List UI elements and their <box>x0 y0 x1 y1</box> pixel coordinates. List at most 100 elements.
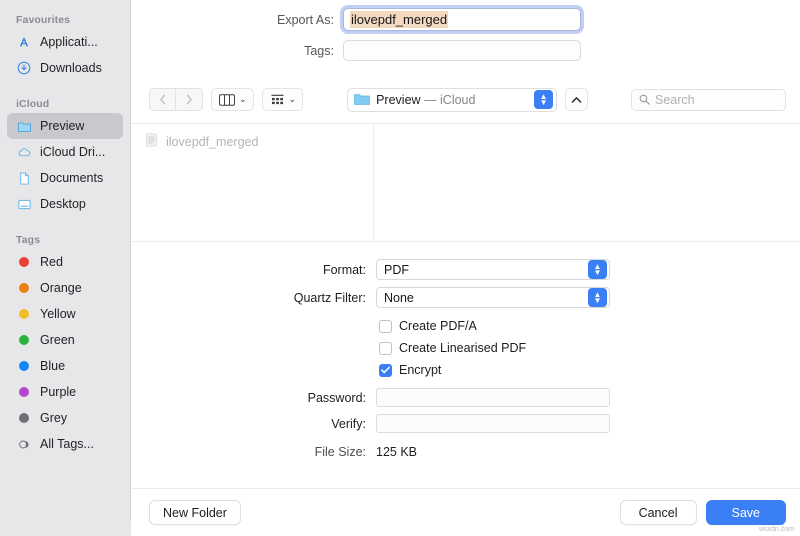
verify-field[interactable] <box>376 414 610 433</box>
password-label: Password: <box>131 391 376 405</box>
sidebar-item-tag-orange[interactable]: Orange <box>7 275 123 301</box>
location-popup-button[interactable]: Preview — iCloud ▲▼ <box>347 88 557 112</box>
sidebar: Favourites Applicati... Downloads iCloud… <box>0 0 131 536</box>
create-pdfa-row[interactable]: Create PDF/A <box>379 315 800 337</box>
search-input[interactable]: Search <box>631 89 786 111</box>
export-as-row: Export As: ilovepdf_merged <box>131 8 800 31</box>
sidebar-item-icloud-drive[interactable]: iCloud Dri... <box>7 139 123 165</box>
cancel-button[interactable]: Cancel <box>620 500 697 525</box>
sidebar-item-tag-blue[interactable]: Blue <box>7 353 123 379</box>
icloud-icon <box>16 144 32 160</box>
new-folder-button[interactable]: New Folder <box>149 500 241 525</box>
sidebar-item-downloads[interactable]: Downloads <box>7 55 123 81</box>
sidebar-item-tag-grey[interactable]: Grey <box>7 405 123 431</box>
up-down-stepper-icon[interactable]: ▲▼ <box>588 260 607 279</box>
location-name: Preview <box>376 93 420 107</box>
file-size-row: File Size: 125 KB <box>131 445 800 459</box>
sidebar-section-header-icloud: iCloud <box>0 94 130 113</box>
quartz-filter-row: Quartz Filter: None ▲▼ <box>131 287 800 308</box>
sidebar-item-applications[interactable]: Applicati... <box>7 29 123 55</box>
quartz-filter-label: Quartz Filter: <box>131 291 376 305</box>
chevron-right-icon <box>185 94 193 105</box>
column-view-icon <box>219 94 235 106</box>
dialog-content: Export As: ilovepdf_merged Tags: <box>131 0 800 536</box>
quartz-filter-select[interactable]: None ▲▼ <box>376 287 610 308</box>
browser-column-1[interactable]: ilovepdf_merged <box>131 124 374 241</box>
export-as-input[interactable]: ilovepdf_merged <box>343 8 581 31</box>
sidebar-item-label: Yellow <box>40 307 76 321</box>
navigation-buttons <box>149 88 203 111</box>
password-field[interactable] <box>376 388 610 407</box>
encrypt-row[interactable]: Encrypt <box>379 359 800 381</box>
tags-row: Tags: <box>131 40 800 61</box>
save-button[interactable]: Save <box>706 500 787 525</box>
export-as-value: ilovepdf_merged <box>350 11 448 28</box>
browser-column-2[interactable] <box>374 124 800 241</box>
view-mode-button[interactable]: ⌄ <box>211 88 254 111</box>
sidebar-item-label: Applicati... <box>40 35 98 49</box>
export-options: Format: PDF ▲▼ Quartz Filter: None ▲▼ Cr… <box>131 242 800 488</box>
format-row: Format: PDF ▲▼ <box>131 259 800 280</box>
export-as-label: Export As: <box>131 13 343 27</box>
back-button[interactable] <box>149 88 176 111</box>
create-linearised-pdf-label: Create Linearised PDF <box>399 341 526 355</box>
create-pdfa-label: Create PDF/A <box>399 319 477 333</box>
search-placeholder: Search <box>655 93 695 107</box>
sidebar-item-preview[interactable]: Preview <box>7 113 123 139</box>
quartz-filter-value: None <box>384 291 588 305</box>
sidebar-item-label: Blue <box>40 359 65 373</box>
all-tags-icon <box>16 436 32 452</box>
sidebar-item-tag-purple[interactable]: Purple <box>7 379 123 405</box>
sidebar-item-label: Downloads <box>40 61 102 75</box>
sidebar-item-label: Grey <box>40 411 67 425</box>
sidebar-item-label: Preview <box>40 119 84 133</box>
sidebar-item-tag-green[interactable]: Green <box>7 327 123 353</box>
downloads-icon <box>16 60 32 76</box>
encrypt-checkbox[interactable] <box>379 364 392 377</box>
tag-dot-icon <box>16 254 32 270</box>
tag-dot-icon <box>16 280 32 296</box>
document-icon <box>16 170 32 186</box>
up-down-stepper-icon[interactable]: ▲▼ <box>588 288 607 307</box>
watermark: wsxdn.com <box>759 526 794 533</box>
location-source: — iCloud <box>421 93 476 107</box>
sidebar-item-label: Red <box>40 255 63 269</box>
encrypt-label: Encrypt <box>399 363 441 377</box>
chevron-down-icon: ⌄ <box>289 95 297 104</box>
sidebar-item-all-tags[interactable]: All Tags... <box>7 431 123 457</box>
forward-button[interactable] <box>176 88 203 111</box>
group-view-button[interactable]: ⌄ <box>262 88 304 111</box>
format-select[interactable]: PDF ▲▼ <box>376 259 610 280</box>
file-browser-toolbar: ⌄ ⌄ Preview — iCloud <box>131 76 800 123</box>
search-icon <box>639 94 650 105</box>
applications-icon <box>16 34 32 50</box>
create-linearised-pdf-row[interactable]: Create Linearised PDF <box>379 337 800 359</box>
sidebar-item-label: All Tags... <box>40 437 94 451</box>
file-browser: ilovepdf_merged <box>131 123 800 242</box>
sidebar-item-tag-red[interactable]: Red <box>7 249 123 275</box>
list-item[interactable]: ilovepdf_merged <box>131 131 373 153</box>
sidebar-bottom-edge <box>0 522 131 536</box>
export-form: Export As: ilovepdf_merged Tags: <box>131 0 800 76</box>
sidebar-item-label: Purple <box>40 385 76 399</box>
file-size-value: 125 KB <box>376 445 417 459</box>
chevron-left-icon <box>159 94 167 105</box>
pdf-file-icon <box>145 133 158 152</box>
sidebar-item-documents[interactable]: Documents <box>7 165 123 191</box>
create-pdfa-checkbox[interactable] <box>379 320 392 333</box>
tag-dot-icon <box>16 306 32 322</box>
create-linearised-pdf-checkbox[interactable] <box>379 342 392 355</box>
sidebar-item-desktop[interactable]: Desktop <box>7 191 123 217</box>
go-up-button[interactable] <box>565 88 588 111</box>
format-label: Format: <box>131 263 376 277</box>
up-down-stepper-icon[interactable]: ▲▼ <box>534 90 553 109</box>
desktop-icon <box>16 196 32 212</box>
export-dialog: Favourites Applicati... Downloads iCloud… <box>0 0 800 536</box>
verify-label: Verify: <box>131 417 376 431</box>
tag-dot-icon <box>16 384 32 400</box>
password-row: Password: <box>131 388 800 407</box>
tags-label: Tags: <box>131 44 343 58</box>
tag-dot-icon <box>16 332 32 348</box>
tags-input[interactable] <box>343 40 581 61</box>
sidebar-item-tag-yellow[interactable]: Yellow <box>7 301 123 327</box>
